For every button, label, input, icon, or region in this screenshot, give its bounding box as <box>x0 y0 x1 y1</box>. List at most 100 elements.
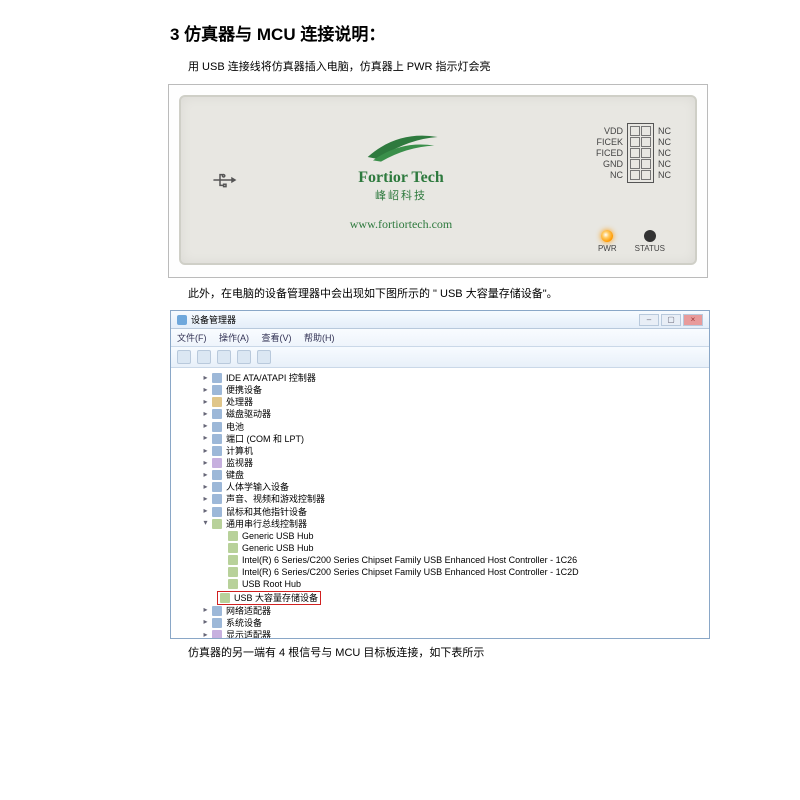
tree-node[interactable]: ▸ 声音、视频和游戏控制器 <box>177 493 703 505</box>
expand-icon[interactable]: ▸ <box>201 446 210 455</box>
tree-node[interactable]: ▸显示适配器 <box>177 629 703 638</box>
expand-icon[interactable]: ▸ <box>201 483 210 492</box>
expand-icon[interactable]: ▸ <box>201 386 210 395</box>
tree-label: 磁盘驱动器 <box>226 408 271 420</box>
tree-label: Intel(R) 6 Series/C200 Series Chipset Fa… <box>242 554 577 566</box>
device-icon <box>220 593 230 603</box>
expand-icon[interactable]: ▸ <box>201 631 210 638</box>
tree-label: 计算机 <box>226 445 253 457</box>
tree-label: USB 大容量存储设备 <box>234 592 318 604</box>
tree-node[interactable]: ▸ 系统设备 <box>177 617 703 629</box>
section-heading: 3 仿真器与 MCU 连接说明： <box>170 20 710 45</box>
window-titlebar[interactable]: 设备管理器 – ▢ × <box>171 311 709 329</box>
device-icon <box>228 543 238 553</box>
highlighted-usb-mass-storage[interactable]: USB 大容量存储设备 <box>217 591 321 605</box>
toolbar-prop-icon[interactable] <box>257 350 271 364</box>
expand-icon[interactable] <box>217 544 226 553</box>
tree-node[interactable]: ▸ 磁盘驱动器 <box>177 408 703 420</box>
app-icon <box>177 315 187 325</box>
pin-label: NC <box>596 170 623 180</box>
tree-node[interactable]: ▸ 计算机 <box>177 445 703 457</box>
led-status-dot-icon <box>644 230 656 242</box>
toolbar-back-icon[interactable] <box>177 350 191 364</box>
expand-icon[interactable] <box>217 580 226 589</box>
tree-node[interactable]: Generic USB Hub <box>177 530 703 542</box>
expand-icon[interactable]: ▸ <box>201 471 210 480</box>
expand-icon[interactable] <box>217 568 226 577</box>
pin-label: NC <box>658 170 671 180</box>
menu-file[interactable]: 文件(F) <box>177 333 207 343</box>
device-icon <box>212 482 222 492</box>
tree-node[interactable]: ▸监视器 <box>177 457 703 469</box>
tree-label: Intel(R) 6 Series/C200 Series Chipset Fa… <box>242 566 579 578</box>
expand-icon[interactable]: ▸ <box>201 410 210 419</box>
led-pwr-dot-icon <box>601 230 613 242</box>
toolbar-fwd-icon[interactable] <box>197 350 211 364</box>
device-icon <box>212 630 222 638</box>
maximize-button[interactable]: ▢ <box>661 314 681 326</box>
tree-node[interactable]: Intel(R) 6 Series/C200 Series Chipset Fa… <box>177 566 703 578</box>
menu-view[interactable]: 查看(V) <box>262 333 292 343</box>
expand-icon[interactable]: ▸ <box>201 374 210 383</box>
tree-label: 系统设备 <box>226 617 262 629</box>
toolbar-refresh-icon[interactable] <box>237 350 251 364</box>
pin-label: NC <box>658 137 671 147</box>
expand-icon[interactable]: ▸ <box>201 606 210 615</box>
menu-action[interactable]: 操作(A) <box>219 333 249 343</box>
device-icon <box>212 446 222 456</box>
expand-icon[interactable]: ▸ <box>201 459 210 468</box>
logo-url: www.fortiortech.com <box>311 217 491 232</box>
tree-node[interactable]: ▸便携设备 <box>177 384 703 396</box>
expand-icon[interactable]: ▸ <box>201 618 210 627</box>
tree-node[interactable]: ▸网络适配器 <box>177 605 703 617</box>
tree-node[interactable]: ▸ 端口 (COM 和 LPT) <box>177 433 703 445</box>
menu-help[interactable]: 帮助(H) <box>304 333 335 343</box>
tree-label: 通用串行总线控制器 <box>226 518 307 530</box>
expand-icon[interactable] <box>217 531 226 540</box>
expand-icon[interactable] <box>217 556 226 565</box>
expand-icon[interactable]: ▸ <box>201 398 210 407</box>
device-icon <box>212 494 222 504</box>
expand-icon[interactable]: ▸ <box>201 507 210 516</box>
tree-label: 键盘 <box>226 469 244 481</box>
tree-node[interactable]: ▸ 鼠标和其他指针设备 <box>177 506 703 518</box>
tree-node[interactable]: Intel(R) 6 Series/C200 Series Chipset Fa… <box>177 554 703 566</box>
minimize-button[interactable]: – <box>639 314 659 326</box>
led-pwr-label: PWR <box>598 244 617 253</box>
tree-label: 端口 (COM 和 LPT) <box>226 433 304 445</box>
tree-node[interactable]: Generic USB Hub <box>177 542 703 554</box>
expand-icon[interactable]: ▸ <box>201 422 210 431</box>
tree-node[interactable]: ▸处理器 <box>177 396 703 408</box>
device-icon <box>212 507 222 517</box>
close-button[interactable]: × <box>683 314 703 326</box>
tree-node[interactable]: ▸ 人体学输入设备 <box>177 481 703 493</box>
paragraph-1: 用 USB 连接线将仿真器插入电脑，仿真器上 PWR 指示灯会亮 <box>188 59 710 76</box>
expand-icon[interactable]: ▸ <box>201 434 210 443</box>
tree-label: 鼠标和其他指针设备 <box>226 506 307 518</box>
tree-label: 人体学输入设备 <box>226 481 289 493</box>
expand-icon[interactable]: ▾ <box>201 519 210 528</box>
pin-label: FICED <box>596 148 623 158</box>
device-icon <box>228 531 238 541</box>
logo-text-en: Fortior Tech <box>311 169 491 187</box>
tree-label: 声音、视频和游戏控制器 <box>226 493 325 505</box>
device-tree[interactable]: ▸IDE ATA/ATAPI 控制器▸便携设备▸处理器▸磁盘驱动器▸电池▸端口 … <box>171 368 709 638</box>
toolbar-view-icon[interactable] <box>217 350 231 364</box>
tree-node[interactable]: ▸ IDE ATA/ATAPI 控制器 <box>177 372 703 384</box>
menu-bar[interactable]: 文件(F) 操作(A) 查看(V) 帮助(H) <box>171 329 709 347</box>
pin-label: NC <box>658 159 671 169</box>
tree-node[interactable]: USB Root Hub <box>177 578 703 590</box>
pin-label: NC <box>658 148 671 158</box>
tree-node[interactable]: ▾ 通用串行总线控制器 <box>177 518 703 530</box>
led-pwr: PWR <box>598 230 617 253</box>
tree-label: IDE ATA/ATAPI 控制器 <box>226 372 316 384</box>
tree-label: 电池 <box>226 421 244 433</box>
pin-header-icon <box>627 123 654 183</box>
tree-node[interactable]: ▸ 电池 <box>177 421 703 433</box>
expand-icon[interactable]: ▸ <box>201 495 210 504</box>
device-icon <box>212 606 222 616</box>
pin-label: FICEK <box>596 137 623 147</box>
led-status-label: STATUS <box>635 244 665 253</box>
device-icon <box>212 422 222 432</box>
tree-node[interactable]: ▸ 键盘 <box>177 469 703 481</box>
